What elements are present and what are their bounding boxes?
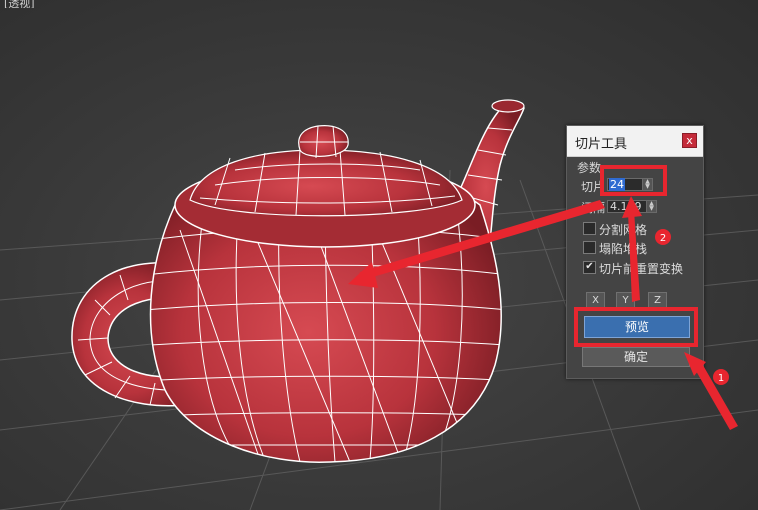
teapot-lid	[174, 125, 476, 248]
axis-y-button[interactable]: Y	[616, 292, 635, 310]
3d-viewport[interactable]: [透视] 切片工具 x 参数 切片 24 ▲ ▼ 间隔 4.179 ▲ ▼ 分割…	[0, 0, 758, 510]
axis-z-button[interactable]: Z	[648, 292, 667, 310]
axis-x-button[interactable]: X	[586, 292, 605, 310]
interval-label: 间隔	[581, 201, 606, 215]
dialog-title: 切片工具	[575, 137, 628, 152]
reset-transform-checkbox[interactable]: ✔	[583, 261, 596, 274]
interval-spinner[interactable]: 4.179 ▲ ▼	[607, 200, 657, 213]
reset-transform-label: 切片前重置变换	[599, 262, 684, 276]
slice-tool-dialog: 切片工具 x 参数 切片 24 ▲ ▼ 间隔 4.179 ▲ ▼ 分割网格 塌陷堆栈…	[566, 125, 704, 379]
slices-label: 切片	[581, 180, 606, 194]
interval-spin-arrows-icon[interactable]: ▲ ▼	[646, 201, 656, 212]
collapse-stack-label: 塌陷堆栈	[599, 242, 648, 256]
dialog-titlebar[interactable]: 切片工具 x	[567, 126, 703, 157]
collapse-stack-checkbox[interactable]	[583, 241, 596, 254]
slices-value[interactable]: 24	[609, 178, 625, 191]
split-mesh-checkbox[interactable]	[583, 222, 596, 235]
split-mesh-label: 分割网格	[599, 223, 648, 237]
interval-value[interactable]: 4.179	[610, 200, 642, 213]
preview-button[interactable]: 预览	[584, 316, 690, 338]
params-group-label: 参数	[577, 161, 602, 175]
close-button[interactable]: x	[682, 133, 697, 148]
slices-spin-arrows-icon[interactable]: ▲ ▼	[642, 179, 652, 190]
ok-button[interactable]: 确定	[582, 347, 690, 367]
slices-spinner[interactable]: 24 ▲ ▼	[607, 178, 653, 191]
